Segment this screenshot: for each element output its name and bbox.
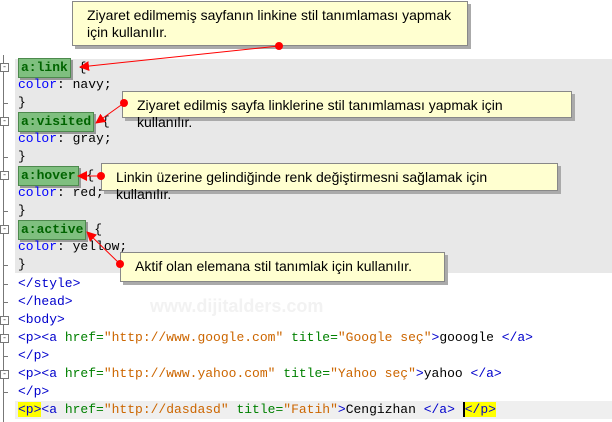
arrow-visited [95,99,128,124]
arrow-link [79,42,283,72]
arrow-active [86,231,124,268]
arrow-hover [77,171,105,181]
annotation-arrows [77,42,283,268]
